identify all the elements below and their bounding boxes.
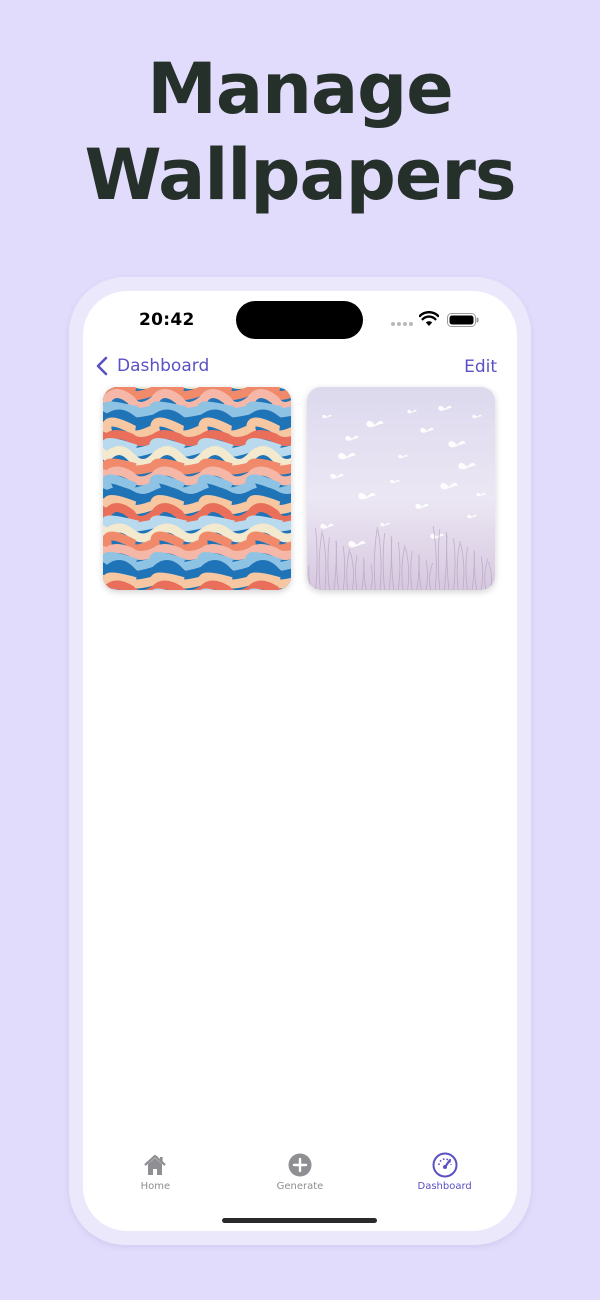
tab-dashboard-label: Dashboard: [417, 1181, 472, 1192]
status-time: 20:42: [139, 310, 195, 330]
phone-frame: 20:42 Dashboard Edit Home Generate Dashb…: [69, 277, 531, 1245]
edit-button[interactable]: Edit: [464, 357, 497, 377]
butterflies-wallpaper-image: [307, 387, 495, 590]
gauge-icon: [432, 1152, 458, 1178]
home-indicator: [222, 1218, 377, 1223]
headline-line-1: Manage: [147, 48, 454, 130]
tab-dashboard[interactable]: Dashboard: [372, 1151, 517, 1211]
waves-wallpaper-image: [103, 387, 291, 590]
headline-line-2: Wallpapers: [84, 134, 516, 216]
headline: Manage Wallpapers: [0, 46, 600, 218]
phone-screen: 20:42 Dashboard Edit Home Generate Dashb…: [83, 291, 517, 1231]
tab-home[interactable]: Home: [83, 1151, 228, 1211]
house-icon: [144, 1154, 167, 1175]
wallpaper-tile-butterflies[interactable]: [307, 387, 495, 590]
wifi-icon: [419, 311, 439, 326]
tab-bar: Home Generate Dashboard: [83, 1151, 517, 1211]
battery-icon: [447, 313, 479, 327]
tab-home-label: Home: [140, 1181, 171, 1192]
chevron-left-icon: [96, 356, 108, 376]
back-button[interactable]: Dashboard: [95, 356, 209, 376]
plus-circle-icon: [288, 1153, 312, 1177]
tab-generate-label: Generate: [276, 1181, 324, 1192]
wallpaper-tile-waves[interactable]: [103, 387, 291, 590]
back-button-label: Dashboard: [117, 356, 210, 376]
dynamic-island: [236, 301, 363, 339]
tab-generate[interactable]: Generate: [228, 1151, 373, 1211]
signal-dots-icon: [391, 322, 413, 326]
